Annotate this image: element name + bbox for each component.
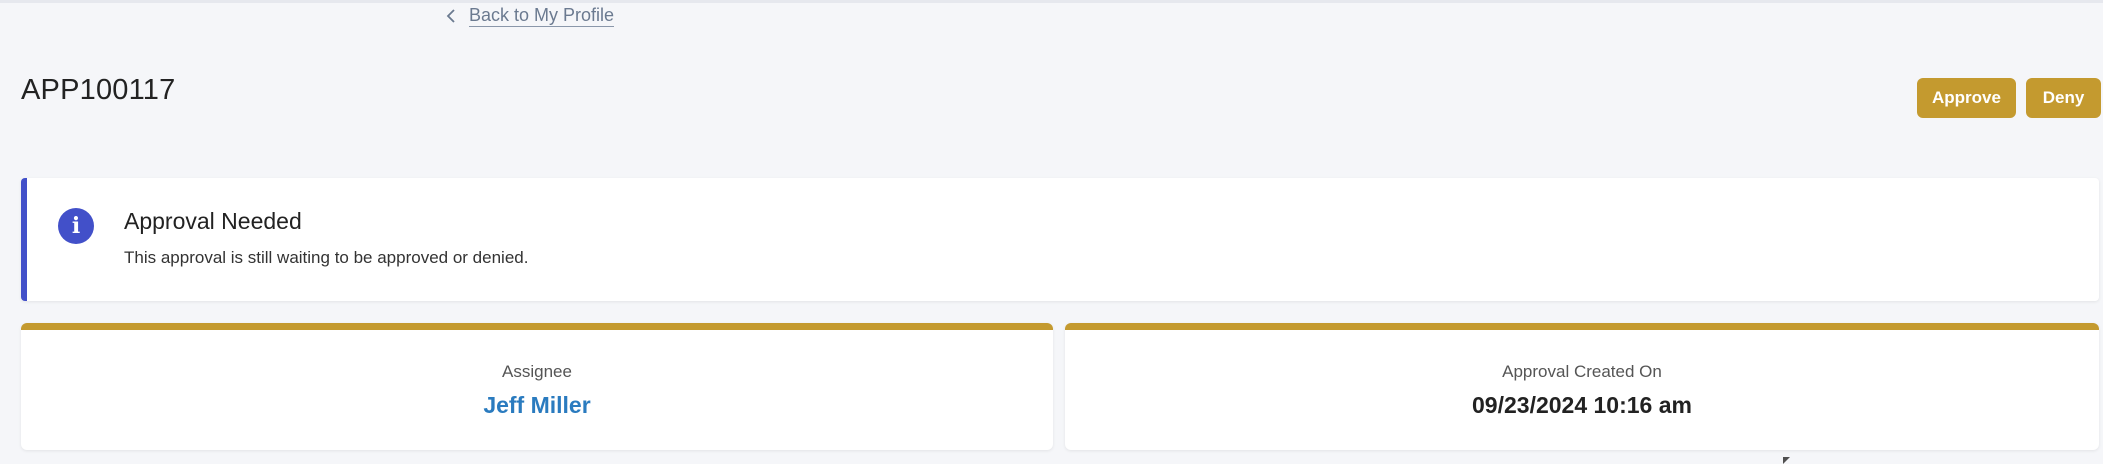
chevron-left-icon — [443, 7, 459, 25]
back-to-profile-link[interactable]: Back to My Profile — [443, 4, 615, 27]
alert-message: This approval is still waiting to be app… — [124, 248, 529, 267]
created-on-value: 09/23/2024 10:16 am — [1472, 392, 1692, 418]
approval-needed-alert: i Approval Needed This approval is still… — [21, 178, 2099, 301]
alert-title: Approval Needed — [124, 208, 302, 234]
assignee-label: Assignee — [502, 362, 572, 381]
created-on-label: Approval Created On — [1502, 362, 1662, 381]
info-icon: i — [58, 208, 94, 244]
assignee-link[interactable]: Jeff Miller — [21, 392, 1053, 419]
top-divider — [0, 0, 2103, 3]
created-on-card: Approval Created On 09/23/2024 10:16 am — [1065, 323, 2099, 450]
assignee-card: Assignee Jeff Miller — [21, 323, 1053, 450]
deny-button[interactable]: Deny — [2026, 78, 2101, 118]
back-link-label: Back to My Profile — [469, 5, 615, 27]
page-title: APP100117 — [21, 74, 176, 106]
action-buttons: Approve Deny — [1917, 78, 2101, 118]
approve-button[interactable]: Approve — [1917, 78, 2016, 118]
